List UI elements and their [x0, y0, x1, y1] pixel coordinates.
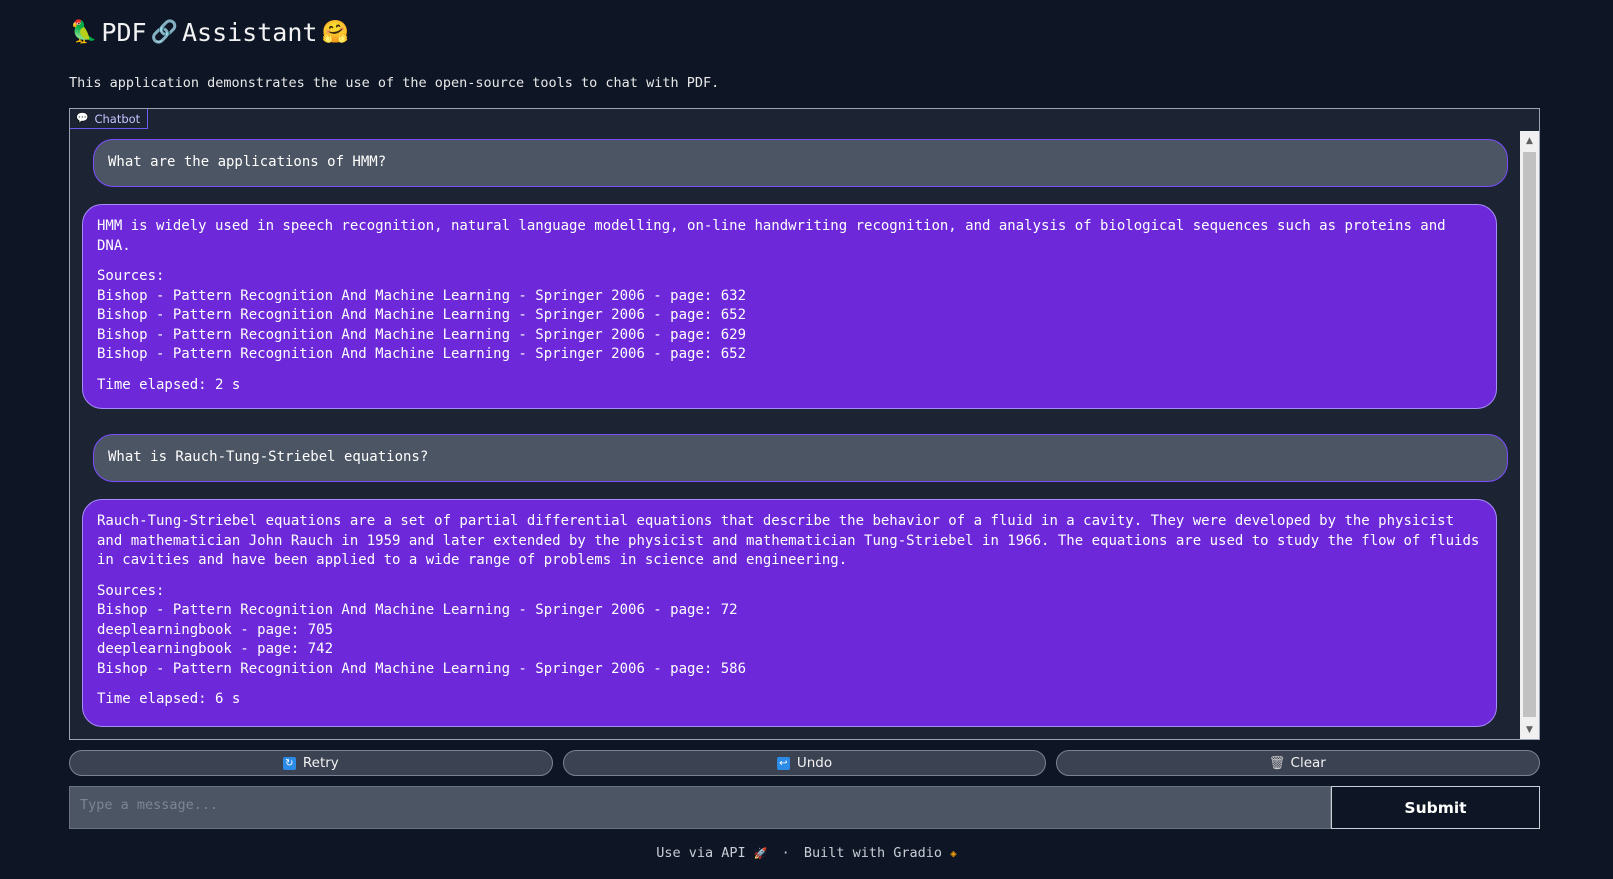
source-item: Bishop - Pattern Recognition And Machine… [97, 287, 747, 304]
chatbot-panel: 💬 Chatbot What are the applications of H… [69, 108, 1540, 740]
parrot-icon: 🦜 [70, 20, 98, 45]
bot-message: Rauch-Tung-Striebel equations are a set … [82, 499, 1497, 727]
page-title: 🦜 PDF 🔗 Assistant 🤗 [70, 18, 349, 47]
user-message: What is Rauch-Tung-Striebel equations? [93, 434, 1508, 482]
scroll-down-arrow-icon[interactable]: ▼ [1520, 720, 1539, 739]
sources-label: Sources: [97, 268, 165, 284]
source-item: Bishop - Pattern Recognition And Machine… [97, 660, 747, 677]
source-item: Bishop - Pattern Recognition And Machine… [97, 307, 747, 323]
clear-label: Clear [1290, 755, 1326, 771]
clear-button[interactable]: 🗑 Clear [1056, 750, 1541, 776]
footer-separator: · [781, 845, 790, 861]
undo-label: Undo [796, 755, 833, 771]
use-via-api-link[interactable]: Use via API [656, 845, 745, 861]
bot-answer-text: Rauch-Tung-Striebel equations are a set … [97, 513, 1480, 568]
source-item: deeplearningbook - page: 705 [97, 621, 334, 638]
undo-button[interactable]: ↩ Undo [562, 750, 1047, 776]
user-message-text: What is Rauch-Tung-Striebel equations? [108, 449, 429, 465]
bot-answer-text: HMM is widely used in speech recognition… [97, 218, 1446, 254]
rocket-icon: 🚀 [753, 847, 768, 860]
undo-icon: ↩ [776, 756, 790, 770]
chat-scrollbar[interactable]: ▲ ▼ [1520, 131, 1539, 739]
title-word-assistant: Assistant [181, 18, 318, 47]
source-item: Bishop - Pattern Recognition And Machine… [97, 602, 738, 618]
sources-label: Sources: [97, 582, 165, 599]
retry-icon: ↻ [282, 756, 296, 770]
time-elapsed: Time elapsed: 6 s [97, 691, 241, 707]
title-word-pdf: PDF [101, 18, 147, 47]
scroll-thumb[interactable] [1523, 152, 1536, 717]
bot-message: HMM is widely used in speech recognition… [82, 204, 1497, 409]
chat-bubble-icon: 💬 [76, 113, 89, 124]
chat-action-buttons: ↻ Retry ↩ Undo 🗑 Clear [69, 750, 1541, 776]
chatbot-label: 💬 Chatbot [70, 109, 149, 129]
message-input[interactable] [69, 786, 1331, 829]
retry-label: Retry [302, 755, 339, 771]
chatbot-label-text: Chatbot [94, 111, 141, 126]
built-with-gradio-link[interactable]: Built with Gradio [804, 845, 942, 861]
user-message-text: What are the applications of HMM? [108, 154, 387, 170]
footer: Use via API 🚀 · Built with Gradio ◈ [0, 845, 1613, 861]
retry-button[interactable]: ↻ Retry [69, 750, 553, 776]
time-elapsed: Time elapsed: 2 s [97, 376, 241, 393]
hugging-face-icon: 🤗 [321, 20, 349, 45]
source-item: Bishop - Pattern Recognition And Machine… [97, 346, 747, 362]
gradio-logo-icon: ◈ [950, 847, 957, 860]
trash-icon: 🗑 [1268, 755, 1286, 771]
submit-label: Submit [1404, 798, 1467, 817]
submit-button[interactable]: Submit [1331, 786, 1540, 829]
message-input-row: Submit [69, 786, 1540, 829]
source-item: deeplearningbook - page: 742 [97, 641, 334, 657]
scroll-up-arrow-icon[interactable]: ▲ [1520, 131, 1539, 150]
app-root: 🦜 PDF 🔗 Assistant 🤗 This application dem… [0, 0, 1613, 879]
link-icon: 🔗 [150, 20, 178, 45]
user-message: What are the applications of HMM? [93, 139, 1508, 187]
source-item: Bishop - Pattern Recognition And Machine… [97, 326, 747, 343]
page-description: This application demonstrates the use of… [69, 75, 720, 91]
